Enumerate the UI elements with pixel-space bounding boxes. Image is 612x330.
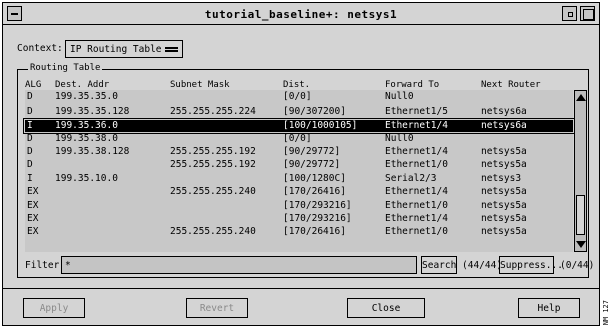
cell-dist: [170/293216]: [283, 200, 352, 211]
column-header-dist: Dist.: [283, 80, 311, 90]
cell-dist: [100/1280C]: [283, 173, 346, 184]
cell-dist: [170/26416]: [283, 186, 346, 197]
search-button[interactable]: Search: [421, 256, 457, 274]
table-row[interactable]: D 199.35.35.0 [0/0] Null0: [25, 91, 573, 103]
figure-code: NM 127: [602, 300, 610, 326]
table-row[interactable]: EX [170/293216] Ethernet1/4 netsys5a: [25, 213, 573, 225]
vertical-scrollbar[interactable]: [574, 90, 587, 252]
revert-button[interactable]: Revert: [186, 298, 248, 318]
option-menu-icon: [165, 47, 178, 52]
cell-forward: Ethernet1/0: [385, 159, 448, 170]
title-bar[interactable]: tutorial_baseline+: netsys1: [3, 3, 599, 25]
minimize-button[interactable]: [562, 6, 577, 21]
filter-input[interactable]: *: [61, 256, 417, 274]
cell-alg: I: [27, 120, 33, 131]
cell-forward: Ethernet1/4: [385, 186, 448, 197]
cell-next: netsys5a: [481, 146, 527, 157]
column-header-alg: ALG: [25, 80, 42, 90]
table-row[interactable]: EX 255.255.255.240 [170/26416] Ethernet1/0 n…: [25, 226, 573, 238]
cell-alg: EX: [27, 186, 39, 197]
table-row[interactable]: D 199.35.35.128 255.255.255.224 [90/307200]…: [25, 106, 573, 118]
cell-mask: 255.255.255.192: [170, 159, 256, 170]
cell-forward: Ethernet1/4: [385, 213, 448, 224]
cell-next: netsys5a: [481, 200, 527, 211]
close-button[interactable]: Close: [347, 298, 425, 318]
cell-dist: [90/29772]: [283, 159, 341, 170]
scroll-up-arrow-icon[interactable]: [576, 94, 586, 101]
cell-forward: Ethernet1/0: [385, 200, 448, 211]
context-label: Context:: [17, 43, 63, 54]
maximize-button[interactable]: [580, 6, 595, 21]
cell-next: netsys3: [481, 173, 522, 184]
filter-label: Filter:: [25, 260, 66, 271]
table-row[interactable]: I 199.35.10.0 [100/1280C] Serial2/3 netsys3: [25, 173, 573, 185]
cell-forward: Ethernet1/0: [385, 226, 448, 237]
cell-dest: 199.35.38.128: [55, 146, 130, 157]
cell-dist: [0/0]: [283, 133, 312, 144]
cell-dest: 199.35.35.0: [55, 91, 118, 102]
match-count: (44/44): [462, 260, 503, 271]
table-row[interactable]: D 199.35.38.0 [0/0] Null0: [25, 133, 573, 145]
cell-alg: D: [27, 146, 33, 157]
cell-dest: 199.35.36.0: [55, 120, 118, 131]
cell-dist: [0/0]: [283, 91, 312, 102]
column-header-mask: Subnet Mask: [170, 80, 230, 90]
column-header-next: Next Router: [481, 80, 541, 90]
cell-mask: 255.255.255.192: [170, 146, 256, 157]
cell-forward: Null0: [385, 91, 414, 102]
cell-forward: Null0: [385, 133, 414, 144]
cell-alg: EX: [27, 213, 39, 224]
cell-forward: Serial2/3: [385, 173, 437, 184]
cell-dist: [90/29772]: [283, 146, 341, 157]
cell-mask: 255.255.255.240: [170, 186, 256, 197]
divider: [3, 288, 599, 289]
cell-dest: 199.35.38.0: [55, 133, 118, 144]
table-row[interactable]: I 199.35.36.0 [100/1000105] Ethernet1/4 nets…: [23, 118, 575, 134]
cell-alg: D: [27, 106, 33, 117]
cell-forward: Ethernet1/5: [385, 106, 448, 117]
cell-dist: [170/26416]: [283, 226, 346, 237]
column-header-dest: Dest. Addr: [55, 80, 110, 90]
cell-forward: Ethernet1/4: [385, 120, 448, 131]
filter-value: *: [65, 260, 71, 271]
cell-next: netsys6a: [481, 120, 527, 131]
routing-table-list[interactable]: D 199.35.35.0 [0/0] Null0 D 199.35.35.128 255.…: [23, 90, 575, 252]
cell-dist: [90/307200]: [283, 106, 346, 117]
cell-next: netsys5a: [481, 159, 527, 170]
group-label: Routing Table: [28, 63, 103, 73]
cell-alg: EX: [27, 200, 39, 211]
scroll-down-arrow-icon[interactable]: [576, 241, 586, 248]
cell-alg: D: [27, 91, 33, 102]
cell-next: netsys5a: [481, 213, 527, 224]
help-button[interactable]: Help: [518, 298, 580, 318]
context-value: IP Routing Table: [70, 44, 162, 55]
cell-next: netsys5a: [481, 226, 527, 237]
scrollbar-thumb[interactable]: [576, 195, 585, 235]
apply-button[interactable]: Apply: [23, 298, 85, 318]
cell-dest: 199.35.35.128: [55, 106, 130, 117]
cell-next: netsys6a: [481, 106, 527, 117]
context-select[interactable]: IP Routing Table: [65, 40, 183, 58]
cell-alg: D: [27, 133, 33, 144]
routing-table-window: tutorial_baseline+: netsys1 Context: IP …: [2, 2, 600, 326]
cell-forward: Ethernet1/4: [385, 146, 448, 157]
suppressed-count: (0/44): [560, 260, 595, 271]
cell-dest: 199.35.10.0: [55, 173, 118, 184]
table-row[interactable]: EX 255.255.255.240 [170/26416] Ethernet1/4 n…: [25, 186, 573, 198]
cell-next: netsys5a: [481, 186, 527, 197]
cell-dist: [100/1000105]: [283, 120, 358, 131]
cell-dist: [170/293216]: [283, 213, 352, 224]
cell-mask: 255.255.255.240: [170, 226, 256, 237]
column-header-forward: Forward To: [385, 80, 440, 90]
table-row[interactable]: EX [170/293216] Ethernet1/0 netsys5a: [25, 200, 573, 212]
table-row[interactable]: D 199.35.38.128 255.255.255.192 [90/29772] E…: [25, 146, 573, 158]
cell-alg: D: [27, 159, 33, 170]
cell-mask: 255.255.255.224: [170, 106, 256, 117]
window-title: tutorial_baseline+: netsys1: [204, 8, 398, 21]
cell-alg: I: [27, 173, 33, 184]
cell-alg: EX: [27, 226, 39, 237]
suppress-button[interactable]: Suppress...: [499, 256, 563, 274]
table-row[interactable]: D 255.255.255.192 [90/29772] Ethernet1/0 net…: [25, 159, 573, 171]
